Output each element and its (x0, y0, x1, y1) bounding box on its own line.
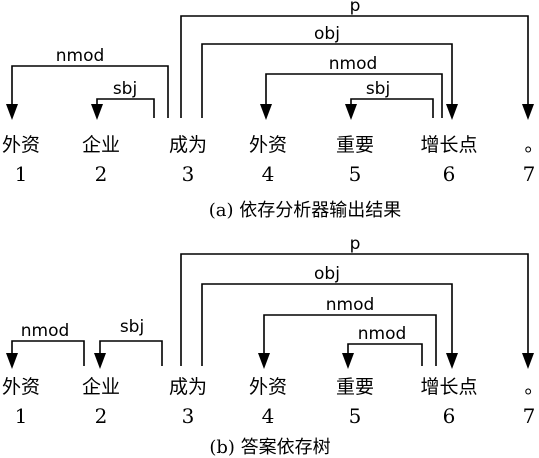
arc-label: nmod (56, 46, 105, 66)
token-word: 外资 (249, 376, 287, 398)
arc-nmod: nmod (6, 46, 169, 120)
dependency-diagrams: p obj nmod sbj nmod sbj 外资 企业 成为 外资 重要 增… (2, 0, 539, 458)
arc-nmod: nmod (6, 321, 85, 369)
token-word: 外资 (249, 134, 287, 156)
token-index: 1 (15, 404, 28, 428)
token-index: 2 (95, 404, 108, 428)
arc-sbj: sbj (94, 317, 163, 369)
diagram-b: p obj nmod nmod nmod sbj 外资 企业 成为 外资 重要 … (2, 234, 539, 458)
arc-label: p (350, 234, 361, 254)
diagram-a: p obj nmod sbj nmod sbj 外资 企业 成为 外资 重要 增… (2, 0, 539, 221)
token-index: 4 (262, 404, 275, 428)
token-index: 6 (443, 162, 456, 186)
token-index: 7 (523, 404, 536, 428)
arc-label: sbj (366, 79, 390, 99)
token-row: 外资 企业 成为 外资 重要 增长点 。 (2, 376, 539, 398)
token-index: 5 (349, 404, 362, 428)
token-index: 4 (262, 162, 275, 186)
index-row: 1 2 3 4 5 6 7 (15, 162, 536, 186)
token-word: 增长点 (420, 376, 477, 398)
arc-label: nmod (358, 324, 407, 344)
arc-obj: obj (201, 264, 458, 369)
token-word: 重要 (336, 134, 374, 156)
token-word: 企业 (82, 376, 120, 398)
token-index: 3 (182, 404, 195, 428)
caption: (b) 答案依存树 (209, 437, 330, 458)
arc-sbj: sbj (345, 79, 434, 120)
token-word: 外资 (2, 376, 40, 398)
arc-sbj: sbj (91, 79, 155, 120)
caption: (a) 依存分析器输出结果 (209, 200, 402, 221)
token-index: 5 (349, 162, 362, 186)
token-row: 外资 企业 成为 外资 重要 增长点 。 (2, 134, 539, 156)
token-word: 增长点 (420, 134, 477, 156)
token-word: 企业 (82, 134, 120, 156)
token-word: 。 (524, 134, 539, 156)
token-word: 成为 (169, 376, 207, 398)
token-index: 2 (95, 162, 108, 186)
index-row: 1 2 3 4 5 6 7 (15, 404, 536, 428)
arc-label: nmod (329, 54, 378, 74)
arc-label: nmod (21, 321, 70, 341)
arc-label: p (350, 0, 361, 16)
token-index: 7 (523, 162, 536, 186)
arc-label: nmod (326, 295, 375, 315)
token-word: 重要 (336, 376, 374, 398)
arc-label: sbj (120, 317, 144, 337)
token-word: 。 (524, 376, 539, 398)
token-word: 外资 (2, 134, 40, 156)
arc-label: obj (314, 24, 340, 44)
arc-label: obj (314, 264, 340, 284)
token-index: 6 (443, 404, 456, 428)
arc-label: sbj (113, 79, 137, 99)
token-index: 1 (15, 162, 28, 186)
arc-nmod: nmod (342, 324, 423, 369)
token-word: 成为 (169, 134, 207, 156)
token-index: 3 (182, 162, 195, 186)
